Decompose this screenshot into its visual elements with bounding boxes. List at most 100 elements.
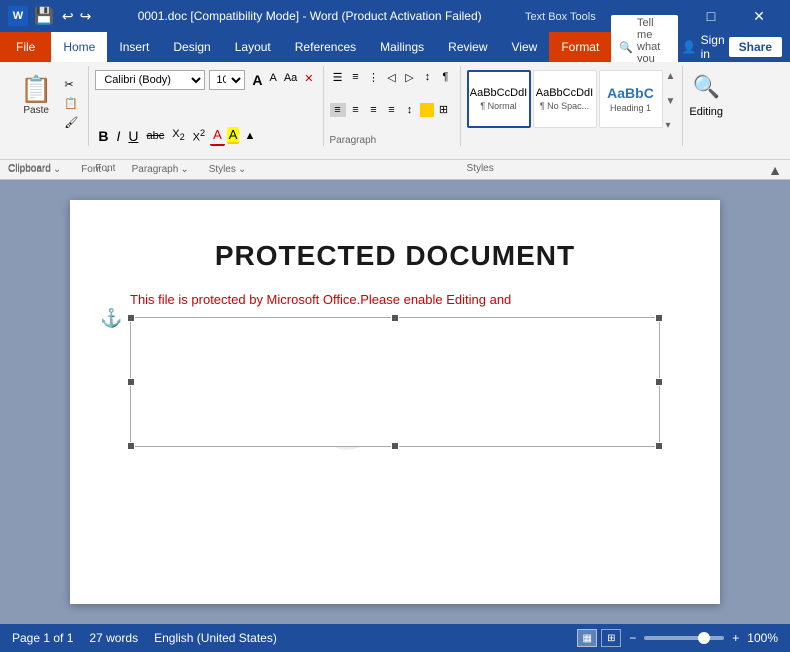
zoom-in-button[interactable]: + bbox=[732, 631, 739, 645]
save-icon[interactable]: 💾 bbox=[34, 6, 54, 26]
paragraph-section-label[interactable]: Paragraph ⌄ bbox=[132, 164, 189, 175]
zoom-thumb[interactable] bbox=[698, 632, 710, 644]
share-button[interactable]: Share bbox=[729, 37, 782, 57]
style-heading1[interactable]: AaBbC Heading 1 bbox=[599, 70, 663, 128]
multilevel-button[interactable]: ⋮ bbox=[366, 70, 382, 84]
undo-redo-group: ↩ ↪ bbox=[60, 6, 93, 27]
design-menu[interactable]: Design bbox=[161, 32, 222, 62]
mailings-menu[interactable]: Mailings bbox=[368, 32, 436, 62]
sort-button[interactable]: ↕ bbox=[420, 70, 436, 84]
view-buttons: ▦ ⊞ bbox=[577, 629, 621, 647]
style-nospace[interactable]: AaBbCcDdI ¶ No Spac... bbox=[533, 70, 597, 128]
styles-scroll-down[interactable]: ▼ bbox=[665, 95, 677, 108]
font-family-select[interactable]: Calibri (Body) bbox=[95, 70, 205, 90]
copy-button[interactable]: 📋 bbox=[60, 95, 82, 112]
handle-bottom-left[interactable] bbox=[127, 442, 135, 450]
ribbon: 📋 Paste ✂ 📋 🖌 Clipboard Calibri (Body) 1… bbox=[0, 62, 790, 160]
paragraph-label: Paragraph bbox=[330, 135, 377, 146]
page-info: Page 1 of 1 bbox=[12, 631, 73, 645]
align-left-button[interactable]: ≡ bbox=[330, 103, 346, 117]
grow-font-button[interactable]: A bbox=[249, 70, 265, 90]
strikethrough-button[interactable]: abc bbox=[143, 128, 167, 144]
styles-section-label[interactable]: Styles ⌄ bbox=[209, 164, 247, 175]
clipboard-group: 📋 Paste ✂ 📋 🖌 Clipboard bbox=[8, 66, 89, 146]
font-color-button[interactable]: A bbox=[210, 125, 225, 146]
handle-middle-right[interactable] bbox=[655, 378, 663, 386]
style-normal[interactable]: AaBbCcDdI ¶ Normal bbox=[467, 70, 531, 128]
change-case-button[interactable]: Aa bbox=[281, 70, 300, 90]
highlight-button[interactable]: A bbox=[227, 127, 240, 144]
protected-heading: PROTECTED DOCUMENT bbox=[130, 240, 660, 272]
handle-top-middle[interactable] bbox=[391, 314, 399, 322]
bold-button[interactable]: B bbox=[95, 126, 111, 146]
underline-button[interactable]: U bbox=[125, 126, 141, 146]
document-page: OTZ ⚓ PROTECTED DOCUMENT This file is pr… bbox=[70, 200, 720, 604]
undo-icon[interactable]: ↩ bbox=[60, 6, 76, 27]
insert-menu[interactable]: Insert bbox=[107, 32, 161, 62]
subscript-button[interactable]: X2 bbox=[169, 126, 187, 144]
para-row-1: ☰ ≡ ⋮ ◁ ▷ ↕ ¶ bbox=[330, 70, 454, 84]
styles-group: AaBbCcDdI ¶ Normal AaBbCcDdI ¶ No Spac..… bbox=[461, 66, 684, 146]
handle-bottom-right[interactable] bbox=[655, 442, 663, 450]
maximize-button[interactable]: □ bbox=[688, 0, 734, 32]
view-menu[interactable]: View bbox=[500, 32, 550, 62]
word-app-icon: W bbox=[8, 6, 28, 26]
decrease-indent-button[interactable]: ◁ bbox=[384, 70, 400, 84]
italic-button[interactable]: I bbox=[113, 126, 123, 146]
status-right: ▦ ⊞ − + 100% bbox=[577, 629, 778, 647]
justify-button[interactable]: ≡ bbox=[384, 103, 400, 117]
styles-expand[interactable]: ▾ bbox=[665, 119, 677, 132]
align-right-button[interactable]: ≡ bbox=[366, 103, 382, 117]
sign-in-button[interactable]: 👤 Sign in bbox=[682, 33, 725, 61]
print-layout-button[interactable]: ▦ bbox=[577, 629, 597, 647]
review-menu[interactable]: Review bbox=[436, 32, 499, 62]
line-spacing-button[interactable]: ↕ bbox=[402, 103, 418, 117]
redo-icon[interactable]: ↪ bbox=[78, 6, 94, 27]
document-area: OTZ ⚓ PROTECTED DOCUMENT This file is pr… bbox=[0, 180, 790, 624]
home-menu[interactable]: Home bbox=[51, 32, 107, 62]
handle-top-right[interactable] bbox=[655, 314, 663, 322]
borders-button[interactable]: ⊞ bbox=[436, 103, 452, 117]
references-menu[interactable]: References bbox=[283, 32, 368, 62]
numbering-button[interactable]: ≡ bbox=[348, 70, 364, 84]
paste-button[interactable]: 📋 Paste bbox=[14, 70, 58, 120]
increase-indent-button[interactable]: ▷ bbox=[402, 70, 418, 84]
shading-button[interactable]: ▲ bbox=[241, 128, 258, 144]
styles-scroll: ▲ ▼ ▾ bbox=[665, 70, 677, 132]
zoom-out-button[interactable]: − bbox=[629, 631, 636, 645]
font-bottom-row: B I U abc X2 X2 A A ▲ bbox=[95, 125, 258, 146]
show-marks-button[interactable]: ¶ bbox=[438, 70, 454, 84]
font-top-row: Calibri (Body) 10.5 A A Aa ✕ bbox=[95, 70, 316, 90]
format-painter-button[interactable]: 🖌 bbox=[60, 114, 82, 131]
layout-menu[interactable]: Layout bbox=[223, 32, 283, 62]
language: English (United States) bbox=[154, 631, 277, 645]
shrink-font-button[interactable]: A bbox=[266, 70, 279, 90]
handle-bottom-middle[interactable] bbox=[391, 442, 399, 450]
ribbon-wrapper: 📋 Paste ✂ 📋 🖌 Clipboard Calibri (Body) 1… bbox=[0, 62, 790, 180]
web-layout-button[interactable]: ⊞ bbox=[601, 629, 621, 647]
font-size-select[interactable]: 10.5 bbox=[209, 70, 245, 90]
text-box[interactable] bbox=[130, 317, 660, 447]
close-button[interactable]: ✕ bbox=[736, 0, 782, 32]
protected-text: This file is protected by Microsoft Offi… bbox=[130, 292, 660, 307]
superscript-button[interactable]: X2 bbox=[190, 126, 208, 146]
collapse-ribbon-button[interactable]: ▲ bbox=[768, 162, 782, 178]
align-center-button[interactable]: ≡ bbox=[348, 103, 364, 117]
cut-button[interactable]: ✂ bbox=[60, 76, 82, 93]
styles-scroll-up[interactable]: ▲ bbox=[665, 70, 677, 83]
handle-middle-left[interactable] bbox=[127, 378, 135, 386]
handle-top-left[interactable] bbox=[127, 314, 135, 322]
file-menu[interactable]: File bbox=[0, 32, 51, 62]
zoom-level: 100% bbox=[747, 631, 778, 645]
zoom-slider[interactable] bbox=[644, 636, 724, 640]
menu-bar: File Home Insert Design Layout Reference… bbox=[0, 32, 790, 62]
shading-para-button[interactable] bbox=[420, 103, 434, 117]
bullets-button[interactable]: ☰ bbox=[330, 70, 346, 84]
title-bar-left: W 💾 ↩ ↪ bbox=[8, 6, 93, 27]
anchor-icon[interactable]: ⚓ bbox=[100, 308, 122, 329]
menu-bar-right: 🔍 Tell me what you w... 👤 Sign in Share bbox=[611, 32, 790, 62]
clear-format-button[interactable]: ✕ bbox=[301, 70, 316, 90]
paragraph-group: ☰ ≡ ⋮ ◁ ▷ ↕ ¶ ≡ ≡ ≡ ≡ ↕ ⊞ Paragraph bbox=[324, 66, 461, 146]
status-bar: Page 1 of 1 27 words English (United Sta… bbox=[0, 624, 790, 652]
format-menu[interactable]: Format bbox=[549, 32, 611, 62]
